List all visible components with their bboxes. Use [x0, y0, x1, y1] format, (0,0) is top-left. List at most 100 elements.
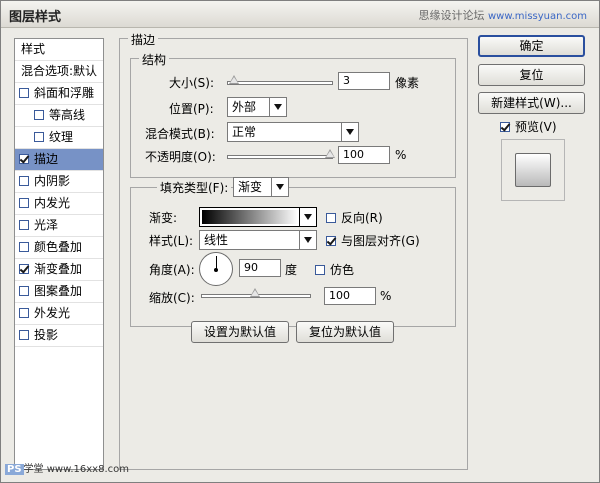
title-bar[interactable]: 图层样式 思缘设计论坛 www.missyuan.com [1, 1, 599, 28]
size-slider-thumb[interactable] [229, 75, 240, 84]
reset-default-button[interactable]: 复位为默认值 [296, 321, 394, 343]
sidebar-item-label: 描边 [34, 152, 59, 166]
preview-check[interactable] [500, 121, 510, 132]
watermark: 思缘设计论坛 www.missyuan.com [419, 7, 588, 23]
scale-slider[interactable] [201, 288, 311, 298]
size-input[interactable]: 3 [338, 72, 390, 90]
position-value: 外部 [232, 100, 257, 114]
dither-label: 仿色 [330, 263, 355, 277]
sidebar-item[interactable]: 内发光 [15, 193, 103, 215]
angle-input[interactable]: 90 [239, 259, 281, 277]
sidebar-item[interactable]: 投影 [15, 325, 103, 347]
size-unit: 像素 [395, 76, 420, 90]
styles-list: 样式 混合选项:默认 斜面和浮雕等高线纹理描边内阴影 内发光光泽颜色叠加渐变叠加图案叠… [14, 38, 104, 470]
align-check[interactable] [326, 235, 336, 246]
sidebar-item[interactable]: 混合选项:默认 [15, 61, 103, 83]
watermark-text: 思缘设计论坛 [418, 9, 485, 22]
opacity-input[interactable]: 100 [338, 146, 390, 164]
sidebar-item[interactable]: 外发光 [15, 303, 103, 325]
layer-style-dialog: 图层样式 思缘设计论坛 www.missyuan.com 样式 混合选项:默认 斜面… [0, 0, 600, 483]
corner-watermark-text: 学堂 [23, 464, 44, 475]
sidebar-item-label: 渐变叠加 [34, 262, 83, 276]
chevron-down-icon [299, 231, 316, 249]
opacity-slider[interactable] [227, 149, 335, 159]
sidebar-item-checkbox[interactable] [19, 87, 29, 98]
preview-swatch [515, 153, 551, 187]
sidebar-item-checkbox[interactable] [34, 109, 44, 120]
position-label: 位置(P): [169, 102, 214, 116]
corner-watermark-url: www.16xx8.com [46, 464, 129, 475]
ok-button[interactable]: 确定 [478, 35, 585, 57]
scale-input[interactable]: 100 [324, 287, 376, 305]
set-default-button[interactable]: 设置为默认值 [191, 321, 289, 343]
reverse-checkbox[interactable]: 反向(R) [326, 209, 383, 226]
new-style-button[interactable]: 新建样式(W)... [478, 92, 585, 114]
watermark-url: www.missyuan.com [488, 11, 587, 22]
chevron-down-icon [271, 178, 288, 196]
blend-mode-select[interactable]: 正常 [227, 122, 359, 142]
scale-label: 缩放(C): [149, 291, 195, 305]
sidebar-item-label: 纹理 [49, 130, 74, 144]
sidebar-item[interactable]: 等高线 [15, 105, 103, 127]
style-label: 样式(L): [149, 234, 194, 248]
style-select[interactable]: 线性 [199, 230, 317, 250]
sidebar-item-label: 图案叠加 [34, 284, 83, 298]
dither-checkbox[interactable]: 仿色 [315, 261, 354, 278]
angle-label: 角度(A): [149, 263, 195, 277]
sidebar-item-label: 外发光 [34, 306, 71, 320]
scale-slider-thumb[interactable] [250, 288, 260, 297]
opacity-slider-thumb[interactable] [325, 149, 335, 158]
blend-mode-value: 正常 [232, 125, 257, 139]
chevron-down-icon [269, 98, 286, 116]
gradient-picker[interactable] [199, 207, 317, 227]
angle-dial[interactable] [199, 252, 233, 286]
sidebar-item[interactable]: 描边 [15, 149, 103, 171]
sidebar-item[interactable]: 光泽 [15, 215, 103, 237]
blend-mode-label: 混合模式(B): [145, 127, 215, 141]
sidebar-item-checkbox[interactable] [19, 329, 29, 340]
reset-button[interactable]: 复位 [478, 64, 585, 86]
scale-unit: % [380, 289, 392, 303]
sidebar-item-checkbox[interactable] [19, 285, 29, 296]
sidebar-item[interactable]: 样式 [15, 39, 103, 61]
size-slider[interactable] [227, 75, 333, 85]
sidebar-item-checkbox[interactable] [19, 241, 29, 252]
sidebar-item-label: 投影 [34, 328, 59, 342]
align-checkbox[interactable]: 与图层对齐(G) [326, 232, 420, 249]
sidebar-item[interactable]: 斜面和浮雕 [15, 83, 103, 105]
sidebar-item-checkbox[interactable] [19, 197, 29, 208]
sidebar-item-checkbox[interactable] [19, 307, 29, 318]
style-preview [501, 139, 565, 201]
sidebar-item[interactable]: 纹理 [15, 127, 103, 149]
reverse-check[interactable] [326, 212, 336, 223]
sidebar-item[interactable]: 内阴影 [15, 171, 103, 193]
sidebar-item[interactable]: 渐变叠加 [15, 259, 103, 281]
chevron-down-icon [341, 123, 358, 141]
sidebar-item-checkbox[interactable] [19, 175, 29, 186]
preview-checkbox[interactable]: 预览(V) [500, 118, 557, 135]
sidebar-item-checkbox[interactable] [19, 219, 29, 230]
size-label: 大小(S): [169, 76, 215, 90]
dither-check[interactable] [315, 264, 325, 275]
sidebar-item-checkbox[interactable] [19, 153, 29, 164]
position-select[interactable]: 外部 [227, 97, 287, 117]
gradient-swatch[interactable] [202, 210, 298, 224]
structure-group: 结构 大小(S): 3 像素 位置(P): 外部 混合模式(B): 正常 不透明… [130, 51, 456, 178]
stroke-section-title: 描边 [128, 31, 159, 48]
corner-watermark-badge: PS [5, 464, 24, 475]
chevron-down-icon[interactable] [299, 208, 316, 226]
sidebar-item[interactable]: 颜色叠加 [15, 237, 103, 259]
preview-label: 预览(V) [515, 120, 557, 134]
sidebar-item-label: 光泽 [34, 218, 59, 232]
dialog-title: 图层样式 [9, 10, 62, 25]
opacity-label: 不透明度(O): [145, 150, 216, 164]
structure-title: 结构 [139, 51, 170, 68]
fill-type-select[interactable]: 渐变 [233, 177, 289, 197]
opacity-unit: % [395, 148, 407, 162]
sidebar-item[interactable]: 图案叠加 [15, 281, 103, 303]
angle-center [214, 268, 218, 272]
corner-watermark: PS 学堂 www.16xx8.com [5, 460, 129, 475]
sidebar-item-checkbox[interactable] [34, 131, 44, 142]
sidebar-item-label: 等高线 [49, 108, 86, 122]
sidebar-item-checkbox[interactable] [19, 263, 29, 274]
